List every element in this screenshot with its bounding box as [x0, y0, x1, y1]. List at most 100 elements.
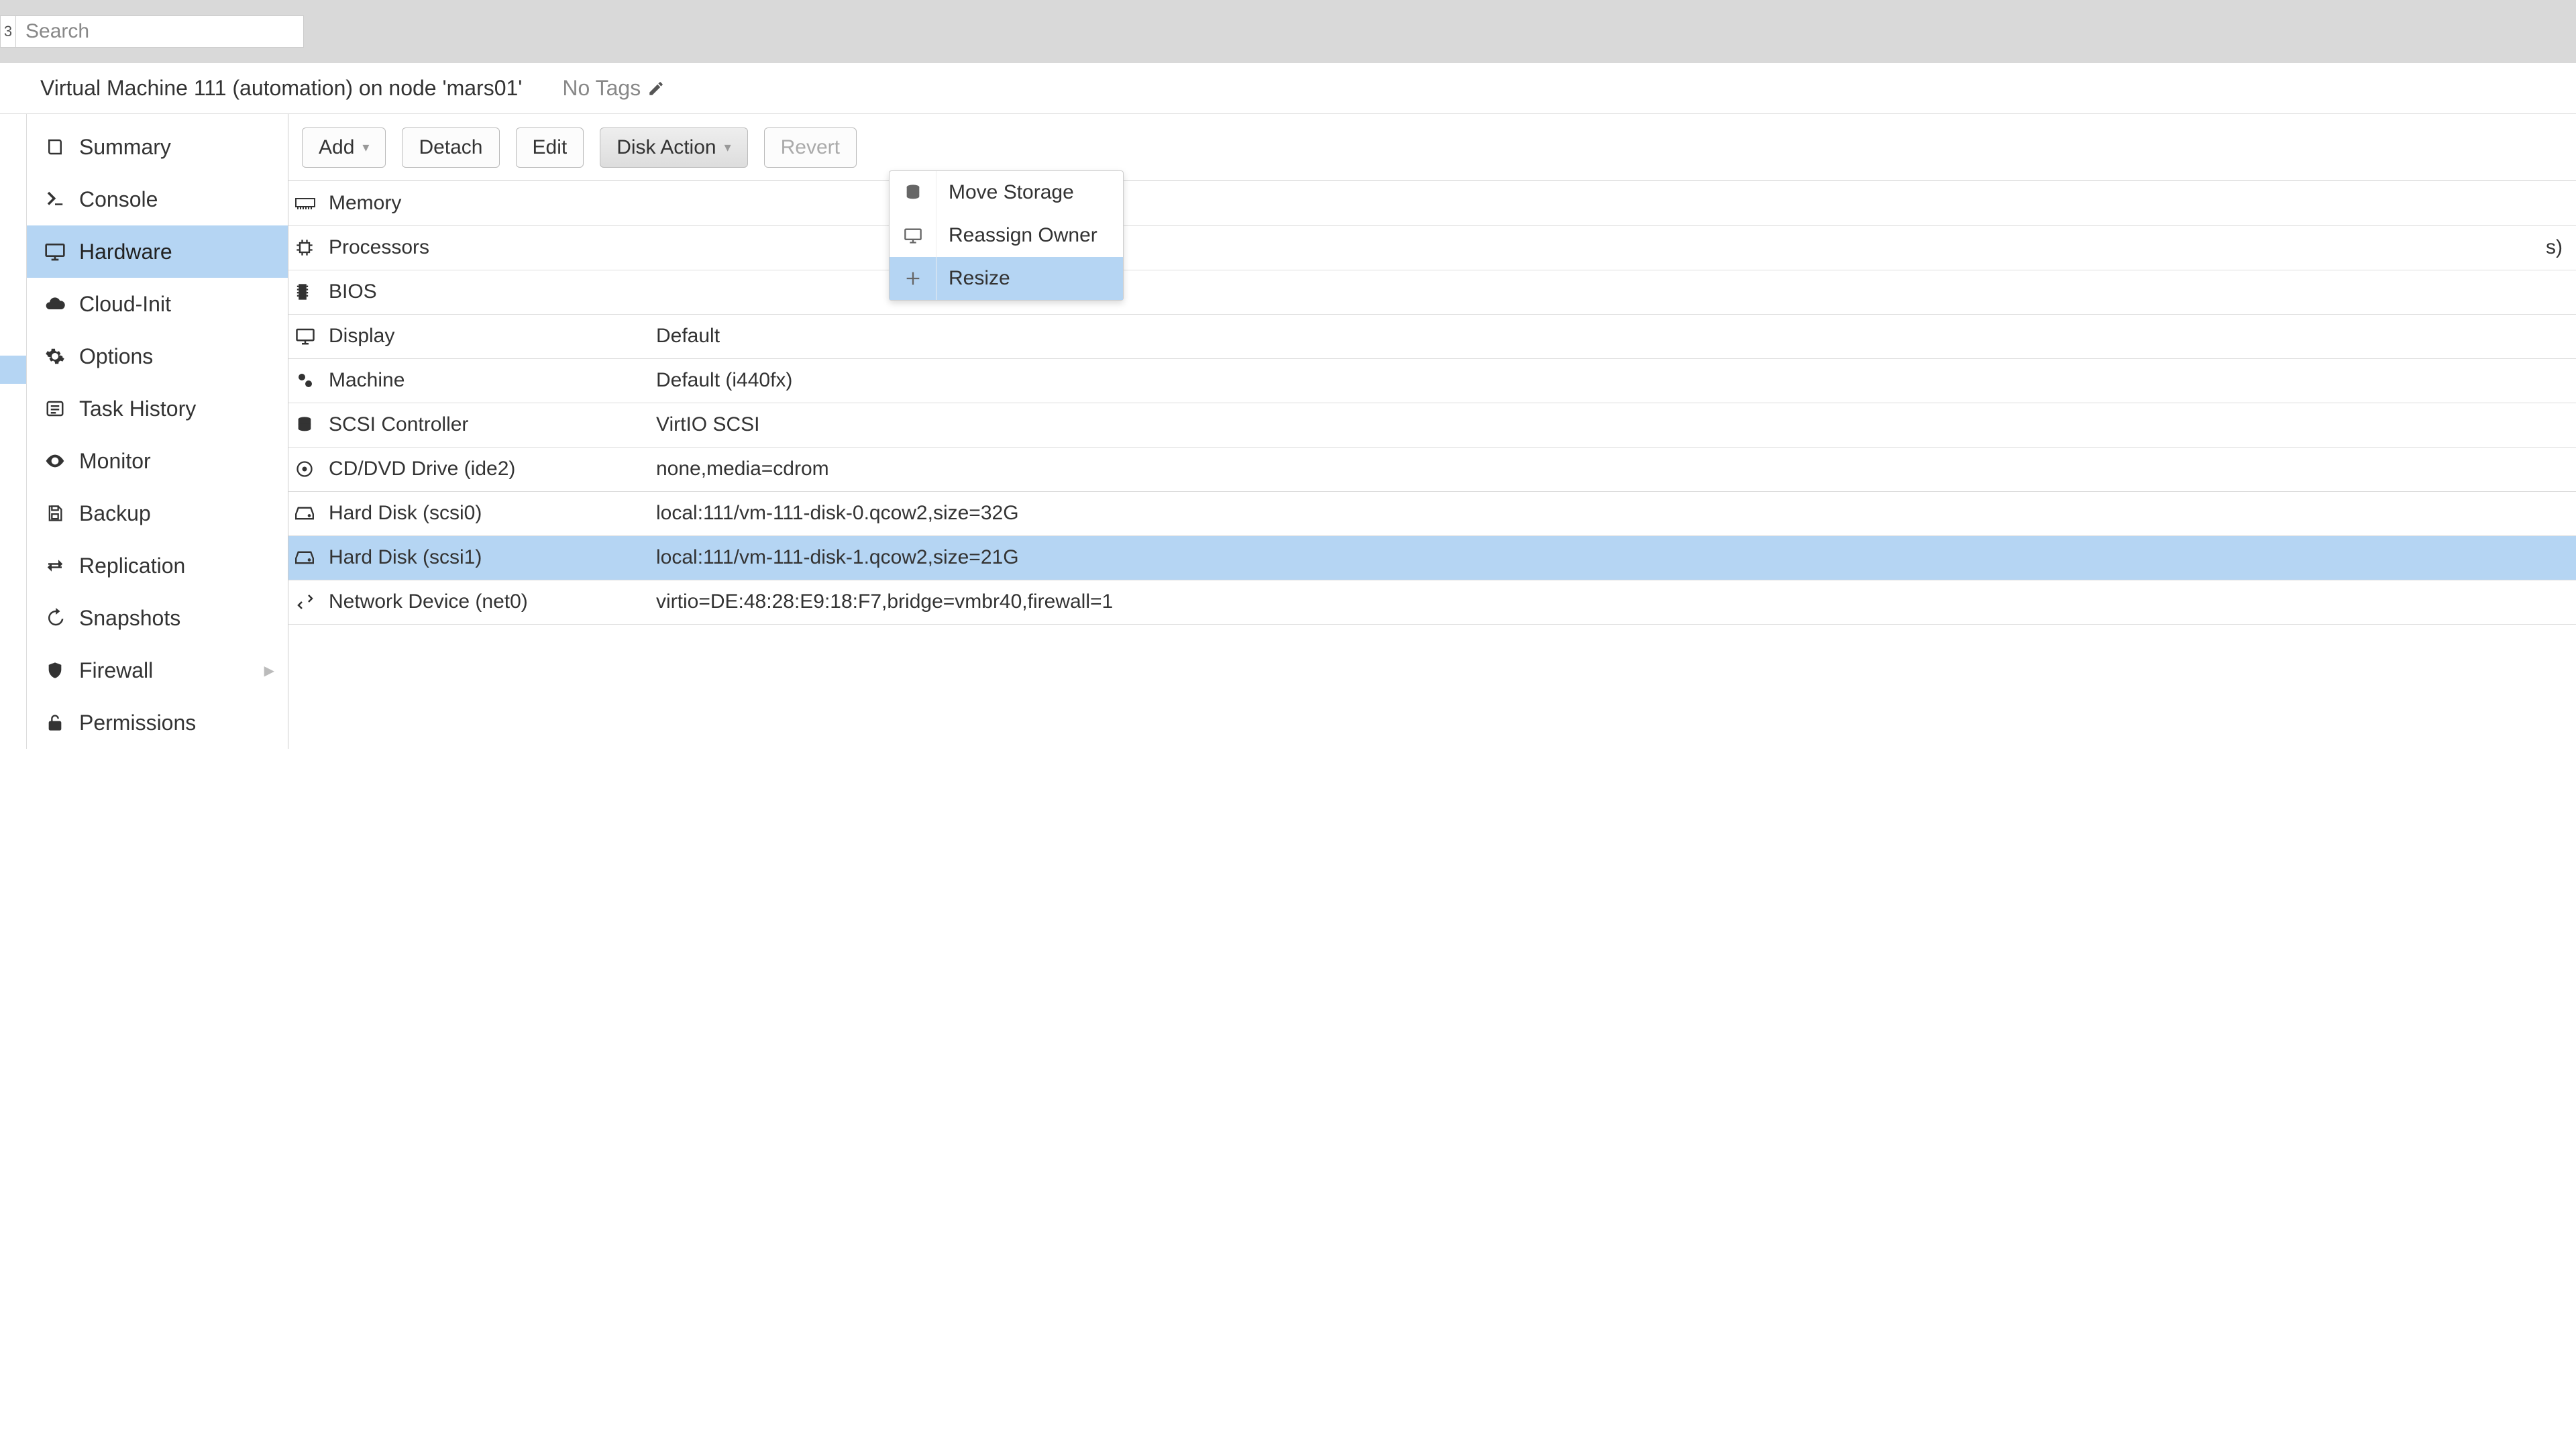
search-input[interactable] — [15, 15, 304, 48]
resource-tree-collapsed[interactable] — [0, 114, 27, 749]
database-icon — [890, 171, 936, 214]
sync-icon — [40, 556, 70, 576]
hardware-row-processors[interactable]: Processors s) — [288, 225, 2576, 270]
hardware-row-memory[interactable]: Memory — [288, 181, 2576, 225]
save-icon — [40, 504, 70, 523]
hardware-name: CD/DVD Drive (ide2) — [323, 447, 652, 491]
button-label: Edit — [533, 136, 568, 159]
sidebar-item-backup[interactable]: Backup — [27, 487, 288, 539]
sidebar-item-label: Firewall — [79, 658, 153, 683]
hardware-value: Default — [652, 314, 2576, 358]
main-area: Summary Console Hardware Cloud-Init Opti… — [0, 114, 2576, 749]
hardware-name: Network Device (net0) — [323, 580, 652, 624]
menu-item-label: Move Storage — [936, 181, 1074, 204]
gear-icon — [40, 346, 70, 366]
tags-label: No Tags — [562, 76, 641, 101]
button-label: Detach — [419, 136, 482, 159]
menu-item-resize[interactable]: Resize — [890, 257, 1123, 300]
sidebar-item-cloud-init[interactable]: Cloud-Init — [27, 278, 288, 330]
list-icon — [40, 399, 70, 419]
pencil-icon — [647, 80, 665, 97]
sidebar-item-label: Permissions — [79, 711, 196, 735]
cpu-icon — [295, 238, 323, 257]
hardware-name: Display — [323, 314, 652, 358]
sidebar-item-label: Summary — [79, 135, 171, 160]
menu-item-label: Reassign Owner — [936, 224, 1097, 247]
cloud-icon — [40, 293, 70, 315]
sidebar-item-label: Monitor — [79, 449, 151, 474]
sidebar-item-label: Hardware — [79, 240, 172, 264]
sidebar-item-hardware[interactable]: Hardware — [27, 225, 288, 278]
disk-action-button[interactable]: Disk Action ▾ — [600, 127, 747, 168]
top-left-fragment: 3 — [0, 15, 15, 48]
shield-icon — [40, 661, 70, 680]
sidebar-item-firewall[interactable]: Firewall ▶ — [27, 644, 288, 696]
monitor-icon — [40, 241, 70, 262]
detach-button[interactable]: Detach — [402, 127, 499, 168]
tags-edit[interactable]: No Tags — [562, 76, 665, 101]
menu-item-label: Resize — [936, 267, 1010, 290]
hardware-name: Memory — [323, 181, 652, 225]
hardware-row-bios[interactable]: BIOS — [288, 270, 2576, 314]
hardware-row-machine[interactable]: Machine Default (i440fx) — [288, 358, 2576, 403]
sidebar-item-snapshots[interactable]: Snapshots — [27, 592, 288, 644]
hardware-table: Memory Processors s) BIOS Display Defaul… — [288, 181, 2576, 625]
sidebar-item-task-history[interactable]: Task History — [27, 382, 288, 435]
display-icon — [295, 326, 323, 346]
tree-selected-node[interactable] — [0, 356, 26, 384]
sidebar-item-label: Snapshots — [79, 606, 180, 631]
stack-icon — [295, 415, 323, 434]
button-label: Add — [319, 136, 354, 159]
sidebar-item-label: Task History — [79, 397, 196, 421]
button-label: Disk Action — [616, 136, 716, 159]
hardware-row-network[interactable]: Network Device (net0) virtio=DE:48:28:E9… — [288, 580, 2576, 624]
sidebar-item-replication[interactable]: Replication — [27, 539, 288, 592]
menu-item-move-storage[interactable]: Move Storage — [890, 171, 1123, 214]
edit-button[interactable]: Edit — [516, 127, 584, 168]
eye-icon — [40, 450, 70, 472]
sidebar-item-label: Cloud-Init — [79, 292, 171, 317]
terminal-icon — [40, 189, 70, 209]
hardware-name: BIOS — [323, 270, 652, 314]
menu-item-reassign-owner[interactable]: Reassign Owner — [890, 214, 1123, 257]
header-bar: Virtual Machine 111 (automation) on node… — [0, 63, 2576, 114]
disk-action-menu: Move Storage Reassign Owner Resize — [889, 170, 1124, 301]
top-bar: 3 — [0, 0, 2576, 63]
chevron-down-icon: ▾ — [724, 139, 731, 156]
history-icon — [40, 608, 70, 628]
hardware-value: Default (i440fx) — [652, 358, 2576, 403]
sidebar-item-console[interactable]: Console — [27, 173, 288, 225]
sidebar-item-summary[interactable]: Summary — [27, 121, 288, 173]
sidebar-item-permissions[interactable]: Permissions — [27, 696, 288, 749]
sidebar-item-label: Replication — [79, 554, 185, 578]
sidebar-item-monitor[interactable]: Monitor — [27, 435, 288, 487]
unlock-icon — [40, 713, 70, 732]
hardware-value: local:111/vm-111-disk-1.qcow2,size=21G — [652, 535, 2576, 580]
gears-icon — [295, 370, 323, 391]
memory-icon — [295, 197, 323, 210]
sidebar-item-options[interactable]: Options — [27, 330, 288, 382]
hdd-icon — [295, 505, 323, 521]
hardware-name: Machine — [323, 358, 652, 403]
add-button[interactable]: Add ▾ — [302, 127, 386, 168]
hardware-row-hdd-scsi1[interactable]: Hard Disk (scsi1) local:111/vm-111-disk-… — [288, 535, 2576, 580]
hdd-icon — [295, 550, 323, 566]
hardware-value: virtio=DE:48:28:E9:18:F7,bridge=vmbr40,f… — [652, 580, 2576, 624]
sidebar-item-label: Console — [79, 187, 158, 212]
hardware-row-scsi-controller[interactable]: SCSI Controller VirtIO SCSI — [288, 403, 2576, 447]
hardware-name: Hard Disk (scsi1) — [323, 535, 652, 580]
content-panel: Add ▾ Detach Edit Disk Action ▾ Revert — [288, 114, 2576, 749]
hardware-row-display[interactable]: Display Default — [288, 314, 2576, 358]
chevron-down-icon: ▾ — [362, 139, 369, 156]
vm-sidebar: Summary Console Hardware Cloud-Init Opti… — [27, 114, 288, 749]
plus-icon — [890, 257, 936, 300]
sidebar-item-label: Options — [79, 344, 153, 369]
hardware-row-cdrom[interactable]: CD/DVD Drive (ide2) none,media=cdrom — [288, 447, 2576, 491]
hardware-name: Hard Disk (scsi0) — [323, 491, 652, 535]
hardware-row-hdd-scsi0[interactable]: Hard Disk (scsi0) local:111/vm-111-disk-… — [288, 491, 2576, 535]
hardware-value: local:111/vm-111-disk-0.qcow2,size=32G — [652, 491, 2576, 535]
desktop-icon — [890, 214, 936, 257]
sidebar-item-label: Backup — [79, 501, 151, 526]
hardware-value: none,media=cdrom — [652, 447, 2576, 491]
revert-button[interactable]: Revert — [764, 127, 857, 168]
